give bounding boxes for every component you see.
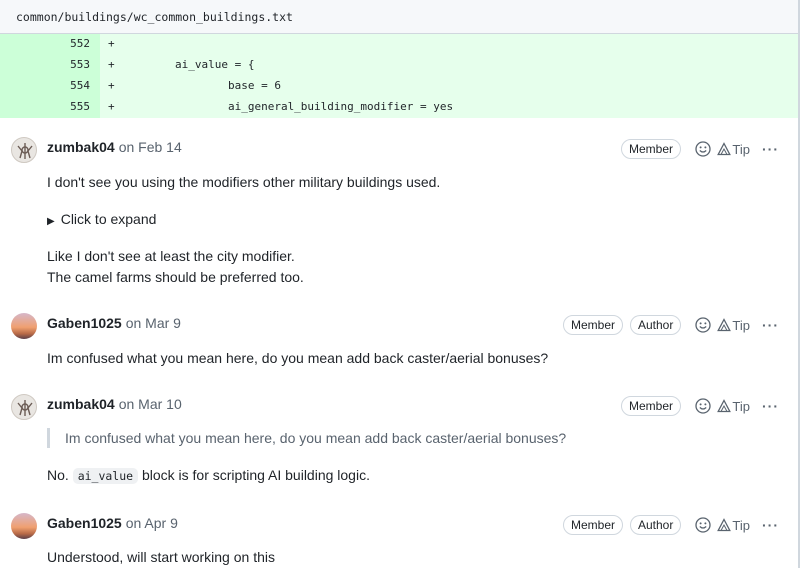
diff-sign: + bbox=[108, 79, 115, 92]
comment-actions: Tip ··· bbox=[695, 139, 779, 159]
member-badge: Member bbox=[563, 515, 624, 535]
kebab-icon[interactable]: ··· bbox=[762, 517, 779, 533]
author-name[interactable]: Gaben1025 bbox=[47, 315, 122, 331]
comment-author: Gaben1025 on Apr 9 bbox=[47, 515, 178, 531]
author-name[interactable]: zumbak04 bbox=[47, 139, 115, 155]
tip-label: Tip bbox=[732, 398, 750, 414]
expand-label: Click to expand bbox=[60, 211, 157, 227]
tip-icon bbox=[717, 142, 732, 156]
line-number[interactable]: 553 bbox=[0, 55, 100, 76]
smiley-icon[interactable] bbox=[695, 317, 712, 333]
diff-code: ai_value = { bbox=[122, 58, 255, 71]
body-text: block is for scripting AI building logic… bbox=[141, 467, 370, 483]
avatar[interactable] bbox=[11, 513, 37, 539]
file-path: common/buildings/wc_common_buildings.txt bbox=[16, 10, 293, 24]
diff-line: + base = 6 bbox=[100, 76, 798, 97]
author-name[interactable]: zumbak04 bbox=[47, 396, 115, 412]
smiley-icon[interactable] bbox=[695, 517, 712, 533]
comment-actions: Tip ··· bbox=[695, 315, 779, 335]
author-badge: Author bbox=[630, 315, 682, 335]
tip-icon bbox=[717, 318, 732, 332]
diff-code: base = 6 bbox=[122, 79, 281, 92]
diff-snippet: 552 + 553 + ai_value = { 554 + base = 6 … bbox=[0, 34, 798, 118]
tip-label: Tip bbox=[732, 141, 750, 157]
tip-icon bbox=[717, 518, 732, 532]
diff-sign: + bbox=[108, 37, 115, 50]
diff-line: + ai_value = { bbox=[100, 55, 798, 76]
comment-author: Gaben1025 on Mar 9 bbox=[47, 315, 181, 331]
diff-line: + ai_general_building_modifier = yes bbox=[100, 97, 798, 118]
comment-body: The camel farms should be preferred too. bbox=[47, 269, 304, 285]
body-text: No. bbox=[47, 467, 69, 483]
line-number[interactable]: 554 bbox=[0, 76, 100, 97]
author-name[interactable]: Gaben1025 bbox=[47, 515, 122, 531]
disclosure-triangle-icon: ▶ bbox=[47, 216, 55, 227]
file-path-header[interactable]: common/buildings/wc_common_buildings.txt bbox=[0, 0, 798, 34]
diff-row: 555 + ai_general_building_modifier = yes bbox=[0, 97, 798, 118]
expand-toggle[interactable]: ▶ Click to expand bbox=[47, 211, 156, 227]
comment-actions: Tip ··· bbox=[695, 515, 779, 535]
author-badge: Author bbox=[630, 515, 682, 535]
tip-label: Tip bbox=[732, 517, 750, 533]
diff-row: 554 + base = 6 bbox=[0, 76, 798, 97]
member-badge: Member bbox=[621, 396, 682, 416]
member-badge: Member bbox=[563, 315, 624, 335]
diff-row: 553 + ai_value = { bbox=[0, 55, 798, 76]
comment-body: Understood, will start working on this bbox=[47, 549, 275, 565]
line-number[interactable]: 555 bbox=[0, 97, 100, 118]
tip-button[interactable]: Tip bbox=[717, 318, 750, 333]
blockquote: Im confused what you mean here, do you m… bbox=[47, 428, 566, 448]
comment-author: zumbak04 on Feb 14 bbox=[47, 139, 182, 155]
kebab-icon[interactable]: ··· bbox=[762, 398, 779, 414]
comment-date[interactable]: on Apr 9 bbox=[126, 515, 178, 531]
inline-code: ai_value bbox=[72, 468, 139, 484]
member-badge: Member bbox=[621, 139, 682, 159]
comment-body: No. ai_value block is for scripting AI b… bbox=[47, 467, 370, 484]
kebab-icon[interactable]: ··· bbox=[762, 141, 779, 157]
line-number[interactable]: 552 bbox=[0, 34, 100, 55]
diff-sign: + bbox=[108, 58, 115, 71]
comment-body: Like I don't see at least the city modif… bbox=[47, 248, 295, 264]
tip-button[interactable]: Tip bbox=[717, 518, 750, 533]
comment-date[interactable]: on Mar 9 bbox=[126, 315, 181, 331]
comment-date[interactable]: on Feb 14 bbox=[119, 139, 182, 155]
tip-label: Tip bbox=[732, 317, 750, 333]
smiley-icon[interactable] bbox=[695, 398, 712, 414]
smiley-icon[interactable] bbox=[695, 141, 712, 157]
comment-body: Im confused what you mean here, do you m… bbox=[47, 350, 549, 366]
comment-date[interactable]: on Mar 10 bbox=[119, 396, 182, 412]
avatar[interactable] bbox=[11, 313, 37, 339]
diff-line: + bbox=[100, 34, 798, 55]
kebab-icon[interactable]: ··· bbox=[762, 317, 779, 333]
tip-button[interactable]: Tip bbox=[717, 399, 750, 414]
diff-sign: + bbox=[108, 100, 115, 113]
diff-code: ai_general_building_modifier = yes bbox=[122, 100, 454, 113]
tip-button[interactable]: Tip bbox=[717, 142, 750, 157]
tip-icon bbox=[717, 399, 732, 413]
diff-row: 552 + bbox=[0, 34, 798, 55]
comment-actions: Tip ··· bbox=[695, 396, 779, 416]
comment-author: zumbak04 on Mar 10 bbox=[47, 396, 182, 412]
avatar[interactable] bbox=[11, 137, 37, 163]
avatar[interactable] bbox=[11, 394, 37, 420]
comment-body: I don't see you using the modifiers othe… bbox=[47, 174, 441, 190]
